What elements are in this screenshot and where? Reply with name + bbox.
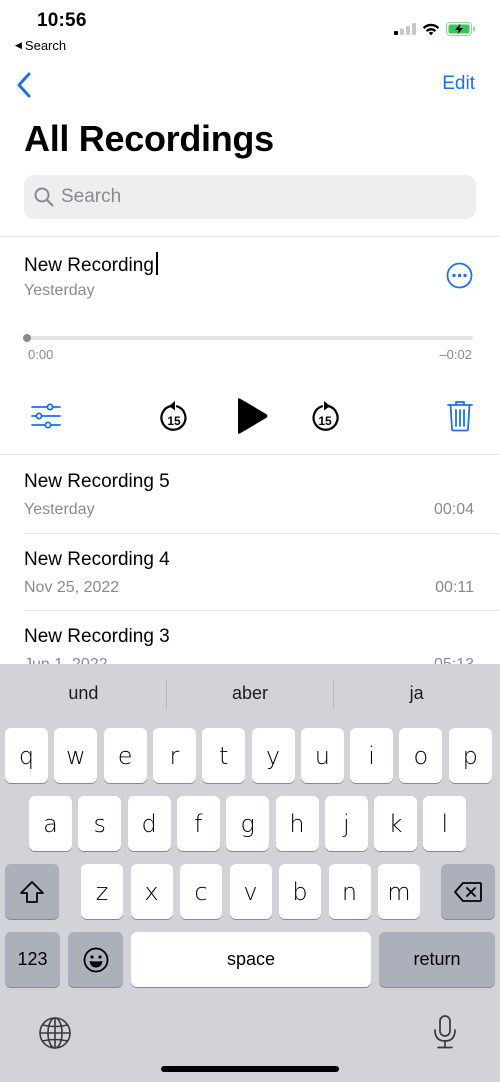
key-r[interactable]: r: [152, 728, 196, 783]
key-f[interactable]: f: [176, 796, 220, 851]
key-i[interactable]: i: [350, 728, 394, 783]
key-h[interactable]: h: [275, 796, 319, 851]
skip-forward-15-icon[interactable]: 15: [310, 400, 340, 434]
recording-list-item[interactable]: New Recording 5 Yesterday 00:04: [0, 456, 500, 534]
key-z[interactable]: z: [81, 864, 123, 919]
more-options-icon[interactable]: [446, 262, 473, 289]
back-app-label: Search: [24, 38, 67, 53]
key-p[interactable]: p: [448, 728, 492, 783]
divider: [0, 236, 500, 237]
recording-title: New Recording 4: [24, 549, 170, 570]
recording-duration: 00:04: [433, 501, 474, 518]
search-input[interactable]: [61, 186, 461, 208]
home-indicator[interactable]: [161, 1066, 339, 1072]
suggestion-item[interactable]: aber: [167, 664, 334, 722]
key-a[interactable]: a: [29, 796, 72, 851]
key-c[interactable]: c: [180, 864, 222, 919]
space-key[interactable]: space: [131, 932, 371, 987]
cellular-signal-icon: [394, 23, 416, 35]
key-b[interactable]: b: [279, 864, 321, 919]
recording-date: Nov 25, 2022: [24, 579, 120, 596]
key-x[interactable]: x: [130, 864, 173, 919]
skip-forward-label: 15: [318, 414, 332, 428]
shift-icon: [20, 880, 44, 903]
key-t[interactable]: t: [202, 728, 246, 783]
trash-icon[interactable]: [447, 400, 473, 432]
key-j[interactable]: j: [324, 796, 368, 851]
key-l[interactable]: l: [423, 796, 467, 851]
search-icon: [34, 187, 54, 207]
suggestion-item[interactable]: und: [0, 664, 167, 722]
recording-date: Yesterday: [24, 501, 95, 518]
status-time: 10:56: [37, 10, 87, 31]
play-icon[interactable]: [235, 397, 269, 435]
microphone-icon[interactable]: [433, 1014, 457, 1050]
elapsed-time: 0:00: [28, 347, 54, 362]
recording-title: New Recording 3: [24, 626, 170, 647]
keyboard: und aber ja qwertyuiop asdfghjkl zxcvbnm 1…: [0, 664, 500, 1082]
edit-button[interactable]: Edit: [442, 73, 475, 95]
skip-back-label: 15: [167, 414, 181, 428]
recording-title-field[interactable]: New Recording: [24, 252, 158, 277]
suggestion-separator: [166, 680, 167, 710]
suggestion-item[interactable]: ja: [333, 664, 500, 722]
recording-title: New Recording 5: [24, 471, 170, 492]
recording-list-item[interactable]: New Recording 4 Nov 25, 2022 00:11: [0, 534, 500, 612]
key-v[interactable]: v: [229, 864, 272, 919]
back-to-app-link[interactable]: ◀ Search: [15, 38, 66, 53]
key-e[interactable]: e: [103, 728, 147, 783]
divider: [0, 454, 500, 455]
key-q[interactable]: q: [5, 728, 48, 783]
status-bar: 10:56 ◀ Search: [0, 0, 500, 60]
page-title: All Recordings: [24, 118, 274, 159]
text-caret: [155, 252, 158, 275]
search-bar[interactable]: [24, 175, 476, 219]
key-d[interactable]: d: [127, 796, 171, 851]
status-icons: [394, 22, 476, 36]
key-n[interactable]: n: [328, 864, 371, 919]
playback-scrubber[interactable]: [24, 336, 473, 340]
globe-icon[interactable]: [38, 1016, 72, 1050]
skip-back-15-icon[interactable]: 15: [159, 400, 189, 434]
remaining-time: –0:02: [439, 347, 472, 362]
wifi-icon: [422, 23, 440, 35]
back-chevron-icon[interactable]: [14, 70, 36, 100]
delete-key[interactable]: [441, 864, 495, 919]
key-y[interactable]: y: [251, 728, 295, 783]
numbers-key[interactable]: 123: [5, 932, 60, 987]
suggestion-separator: [333, 680, 334, 710]
battery-charging-icon: [446, 22, 475, 36]
key-s[interactable]: s: [78, 796, 122, 851]
recording-duration: 00:11: [435, 579, 474, 596]
shift-key[interactable]: [5, 864, 59, 919]
key-u[interactable]: u: [300, 728, 344, 783]
key-k[interactable]: k: [374, 796, 418, 851]
emoji-key[interactable]: [68, 932, 123, 987]
back-triangle-icon: ◀: [15, 40, 22, 50]
backspace-icon: [454, 881, 482, 902]
sliders-icon[interactable]: [31, 403, 61, 429]
suggestion-bar: und aber ja: [0, 664, 500, 722]
recording-date: Yesterday: [24, 282, 95, 299]
emoji-icon: [83, 947, 108, 972]
recording-title-text: New Recording: [24, 255, 154, 276]
return-key[interactable]: return: [379, 932, 495, 987]
key-o[interactable]: o: [399, 728, 443, 783]
key-g[interactable]: g: [226, 796, 270, 851]
key-m[interactable]: m: [378, 864, 420, 919]
key-w[interactable]: w: [54, 728, 98, 783]
scrubber-handle[interactable]: [23, 334, 31, 342]
